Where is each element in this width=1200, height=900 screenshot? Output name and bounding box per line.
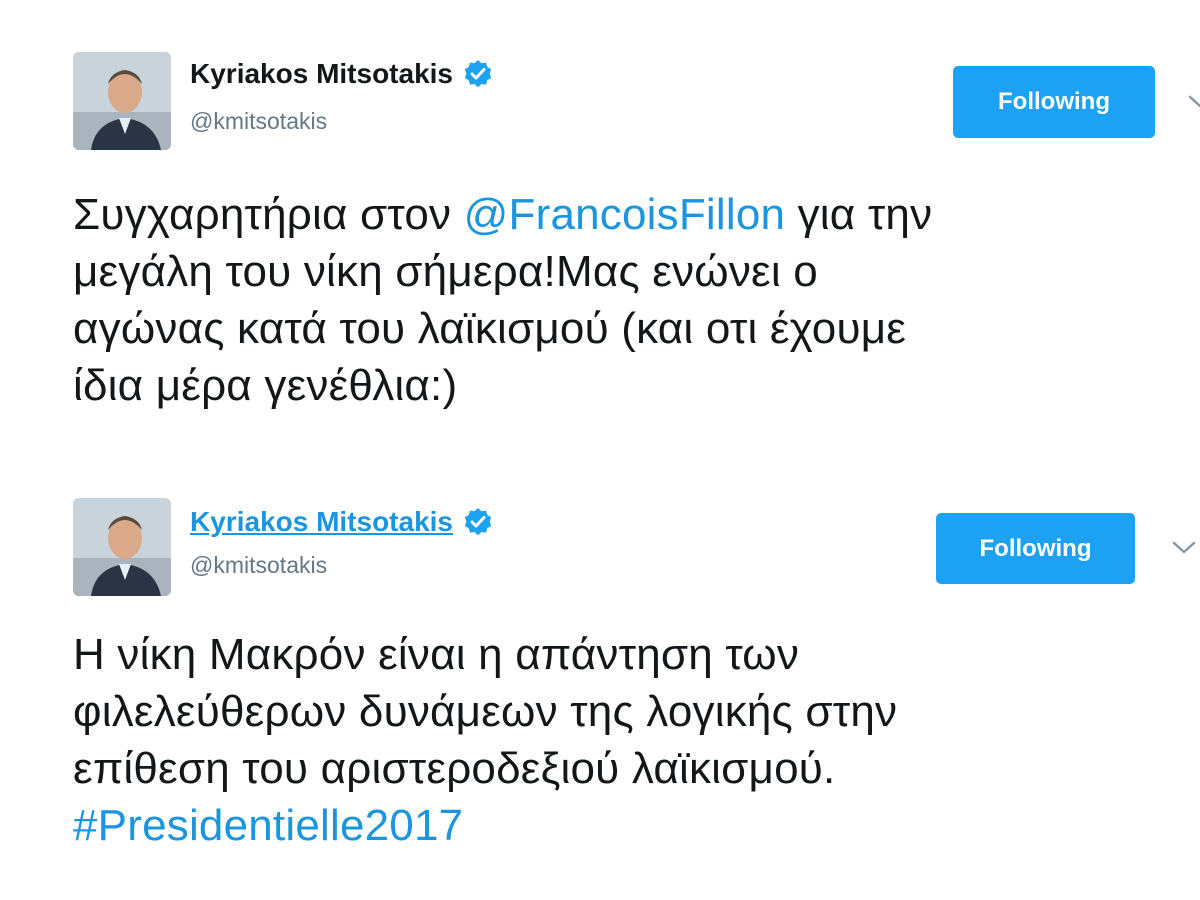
avatar[interactable] (73, 498, 171, 596)
author-name[interactable]: Kyriakos Mitsotakis (190, 58, 453, 90)
author-name-row: Kyriakos Mitsotakis (190, 58, 493, 90)
author-name-row: Kyriakos Mitsotakis (190, 506, 493, 538)
following-button[interactable]: Following (953, 66, 1155, 138)
tweet-text-line: αγώνας κατά του λαϊκισμού (και οτι έχουμ… (73, 304, 907, 353)
tweet-text-line: φιλελεύθερων δυνάμεων της λογικής στην (73, 687, 898, 736)
verified-badge-icon (463, 59, 493, 89)
chevron-down-icon[interactable] (1170, 538, 1198, 558)
avatar[interactable] (73, 52, 171, 150)
verified-badge-icon (463, 507, 493, 537)
tweet-text-line: επίθεση του αριστεροδεξιού λαϊκισμού. (73, 744, 836, 793)
author-name[interactable]: Kyriakos Mitsotakis (190, 506, 453, 538)
tweet-text-line: μεγάλη του νίκη σήμερα!Μας ενώνει ο (73, 247, 818, 296)
tweet-text-segment: Συγχαρητήρια στον (73, 190, 464, 239)
tweet-text: Η νίκη Μακρόν είναι η απάντηση των φιλελ… (73, 626, 1183, 854)
tweet-text-line: ίδια μέρα γενέθλια:) (73, 361, 458, 410)
hashtag-link[interactable]: #Presidentielle2017 (73, 797, 1183, 854)
tweet-text-line: Συγχαρητήρια στον @FrancoisFillon για τη… (73, 186, 1183, 243)
following-button[interactable]: Following (936, 513, 1135, 584)
author-handle[interactable]: @kmitsotakis (190, 108, 327, 135)
mention-link[interactable]: @FrancoisFillon (464, 190, 786, 239)
chevron-down-icon[interactable] (1186, 92, 1200, 112)
tweet-text-line: Η νίκη Μακρόν είναι η απάντηση των (73, 630, 800, 679)
tweet-text-segment: για την (785, 190, 933, 239)
tweet-text: Συγχαρητήρια στον @FrancoisFillon για τη… (73, 186, 1183, 414)
author-handle[interactable]: @kmitsotakis (190, 552, 327, 579)
